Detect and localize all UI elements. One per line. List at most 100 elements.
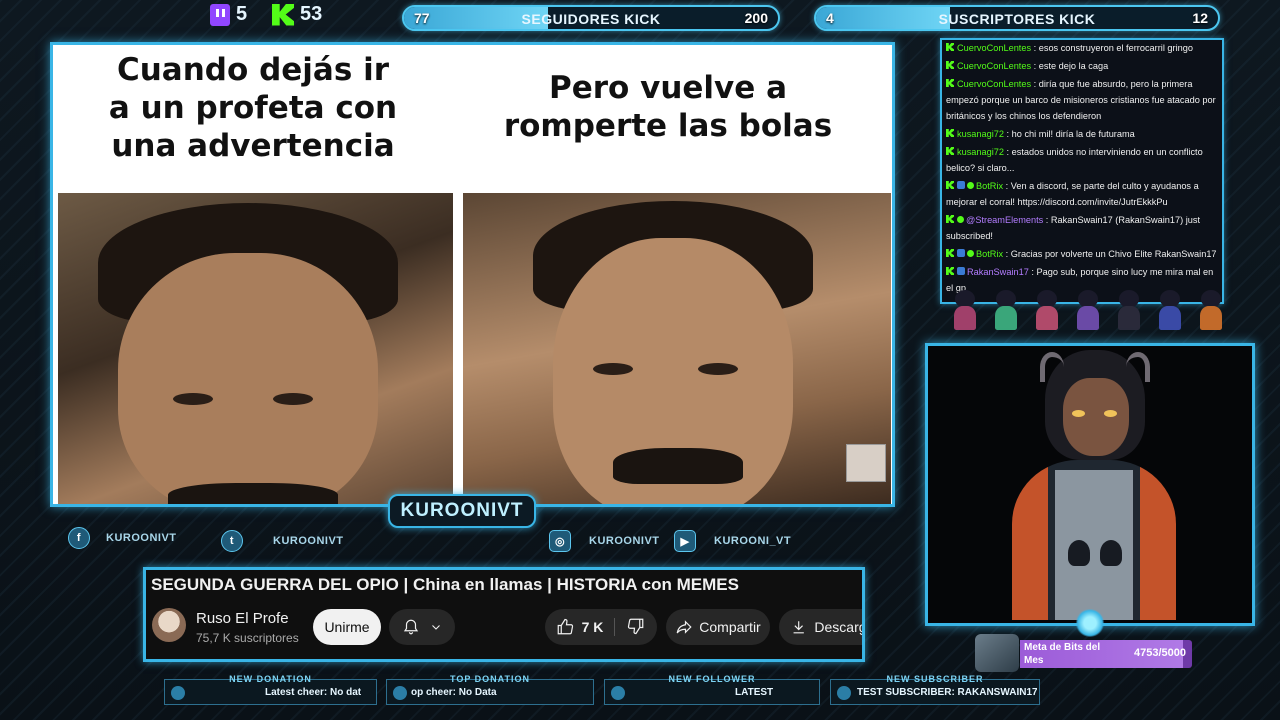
- chibi-avatar: [989, 282, 1023, 332]
- social-youtube: ▶ KUROONI_VT: [674, 530, 791, 552]
- chat-message: BotRix : Ven a discord, se parte del cul…: [946, 181, 1199, 207]
- chat-username[interactable]: CuervoConLentes: [957, 61, 1031, 71]
- followers-goal-bar: SEGUIDORES KICK 77 200: [402, 5, 780, 31]
- instagram-icon: ◎: [549, 530, 571, 552]
- chat-text: Gracias por volverte un Chivo Elite Raka…: [1010, 249, 1217, 259]
- alert-new-subscriber-head: NEW SUBSCRIBER: [886, 674, 984, 684]
- like-button[interactable]: 7 K: [545, 618, 615, 636]
- subscribers-goal-target: 12: [1192, 10, 1208, 26]
- thumbs-up-icon: [557, 618, 573, 635]
- kick-badge-icon: [946, 129, 954, 137]
- chat-username[interactable]: CuervoConLentes: [957, 43, 1031, 53]
- download-label: Descargar: [814, 619, 862, 635]
- subscribers-goal-bar: SUSCRIPTORES KICK 4 12: [814, 5, 1220, 31]
- social-facebook-handle: KUROONIVT: [106, 532, 177, 544]
- alert-new-donation: NEW DONATION Latest cheer: No dat: [164, 674, 377, 705]
- channel-name[interactable]: Ruso El Profe: [196, 610, 289, 627]
- bits-goal-label: Meta de Bits del Mes: [1024, 642, 1101, 666]
- chat-username[interactable]: @StreamElements: [966, 215, 1043, 225]
- kick-icon: [272, 3, 294, 26]
- kick-badge-icon: [946, 215, 954, 223]
- join-button[interactable]: Unirme: [313, 609, 381, 645]
- share-label: Compartir: [699, 619, 761, 635]
- chat-username[interactable]: CuervoConLentes: [957, 79, 1031, 89]
- social-twitter: t KUROONIVT: [221, 530, 344, 552]
- chat-username[interactable]: BotRix: [976, 249, 1003, 259]
- twitch-icon: [210, 3, 230, 26]
- dislike-button[interactable]: [615, 617, 657, 638]
- chat-username[interactable]: RakanSwain17: [967, 267, 1029, 277]
- main-video-frame: Cuando dejás ir a un profeta con una adv…: [50, 42, 895, 507]
- meme-caption-area: Cuando dejás ir a un profeta con una adv…: [53, 45, 892, 190]
- alert-new-donation-head: NEW DONATION: [229, 674, 312, 684]
- chat-text: este dejo la caga: [1038, 61, 1109, 71]
- video-title[interactable]: SEGUNDA GUERRA DEL OPIO | China en llama…: [151, 575, 739, 595]
- alert-new-donation-text: Latest cheer: No dat: [265, 687, 362, 698]
- donation-icon: [171, 686, 185, 700]
- twitch-count: 5: [236, 3, 248, 25]
- chibi-avatar: [1112, 282, 1146, 332]
- bell-icon: [403, 619, 419, 635]
- kick-badge-icon: [946, 61, 954, 69]
- alert-top-donation-text: op cheer: No Data: [411, 687, 497, 698]
- chat-username[interactable]: BotRix: [976, 181, 1003, 191]
- social-instagram: ◎ KUROONIVT: [549, 530, 660, 552]
- chat-message: CuervoConLentes : este dejo la caga: [942, 58, 1222, 76]
- bot-badge-icon: [957, 249, 965, 257]
- alert-new-follower-head: NEW FOLLOWER: [668, 674, 756, 684]
- chibi-avatar: [1071, 282, 1105, 332]
- vtuber-eye: [1072, 410, 1085, 417]
- social-twitter-handle: KUROONIVT: [273, 535, 344, 547]
- chat-message: CuervoConLentes : esos construyeron el f…: [942, 40, 1222, 58]
- kick-badge-icon: [946, 79, 954, 87]
- bot-badge-icon: [957, 181, 965, 189]
- kick-badge-icon: [946, 267, 954, 275]
- kick-count: 53: [300, 3, 323, 25]
- kick-badge-icon: [946, 249, 954, 257]
- download-button[interactable]: Descargar: [779, 609, 862, 645]
- crown-icon: [837, 686, 851, 700]
- meme-right-caption: Pero vuelve a romperte las bolas: [503, 70, 833, 144]
- horn-right: [1126, 352, 1150, 382]
- kick-badge-icon: [946, 181, 954, 189]
- ghost-print: [1068, 540, 1090, 566]
- vtuber-shirt: [1055, 470, 1133, 620]
- meme-left-caption: Cuando dejás ir a un profeta con una adv…: [108, 52, 398, 164]
- chat-message: kusanagi72 : ho chi mil! diría la de fut…: [942, 126, 1222, 144]
- like-dislike-group: 7 K: [545, 609, 657, 645]
- user-icon: [611, 686, 625, 700]
- social-youtube-handle: KUROONI_VT: [714, 535, 792, 547]
- brand-tag: KUROONIVT: [388, 494, 536, 528]
- youtube-icon: ▶: [674, 530, 696, 552]
- bits-icon: [393, 686, 407, 700]
- subscribe-bell-button[interactable]: [389, 609, 455, 645]
- youtube-video-panel: SEGUNDA GUERRA DEL OPIO | China en llama…: [143, 567, 865, 662]
- bits-goal-bar: Meta de Bits del Mes 4753/5000: [1020, 640, 1192, 668]
- chat-message: BotRix : Gracias por volverte un Chivo E…: [942, 246, 1222, 264]
- bits-goal-value: 4753/5000: [1134, 647, 1186, 659]
- chibi-avatar: [948, 282, 982, 332]
- alert-new-subscriber-text: TEST SUBSCRIBER: RAKANSWAIN17: [857, 687, 1037, 698]
- download-icon: [793, 621, 804, 634]
- chat-message: kusanagi72 : estados unidos no intervini…: [946, 147, 1203, 173]
- bits-goal-avatar: [975, 634, 1019, 672]
- bot-badge-icon: [957, 267, 965, 275]
- status-badge-icon: [967, 250, 974, 257]
- horn-left: [1040, 352, 1064, 382]
- alert-new-follower: NEW FOLLOWER LATEST: [604, 674, 820, 705]
- chibi-avatar: [1194, 282, 1228, 332]
- chibi-avatar: [1030, 282, 1064, 332]
- chat-text: esos construyeron el ferrocarril gringo: [1038, 43, 1193, 53]
- chevron-down-icon: [432, 625, 440, 630]
- channel-subscribers: 75,7 K suscriptores: [196, 631, 299, 645]
- vtuber-eye: [1104, 410, 1117, 417]
- chat-username[interactable]: kusanagi72: [957, 129, 1004, 139]
- thumbs-down-icon: [627, 618, 644, 634]
- chat-message: CuervoConLentes : diría que fue absurdo,…: [946, 79, 1216, 121]
- social-instagram-handle: KUROONIVT: [589, 535, 660, 547]
- share-button[interactable]: Compartir: [666, 609, 770, 645]
- chat-username[interactable]: kusanagi72: [957, 147, 1004, 157]
- facebook-icon: f: [68, 527, 90, 549]
- channel-avatar[interactable]: [152, 608, 186, 642]
- followers-goal-current: 77: [414, 10, 430, 26]
